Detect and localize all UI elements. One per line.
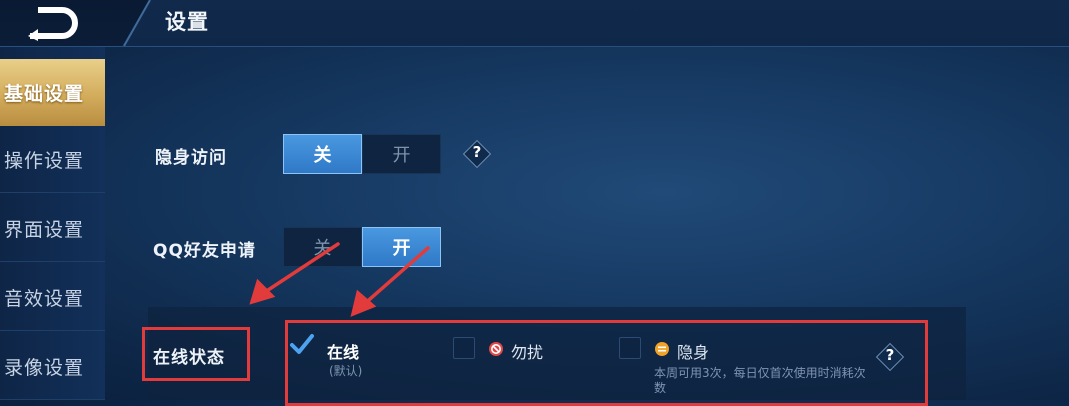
sidebar-item-label: 基础设置 bbox=[4, 83, 85, 105]
sidebar-item-label: 操作设置 bbox=[4, 149, 85, 172]
sidebar: 基础设置 操作设置 界面设置 音效设置 录像设置 bbox=[0, 47, 105, 400]
header-bar: 设置 bbox=[0, 0, 1069, 47]
sidebar-item-sound-settings[interactable]: 音效设置 bbox=[0, 264, 105, 331]
stealth-visit-label: 隐身访问 bbox=[155, 148, 227, 168]
annotation-box-status-label bbox=[142, 327, 250, 381]
qq-friend-request-on-option[interactable]: 开 bbox=[362, 227, 441, 267]
qq-friend-request-off-option[interactable]: 关 bbox=[283, 227, 362, 267]
stealth-visit-off-option[interactable]: 关 bbox=[283, 134, 362, 174]
header-divider bbox=[123, 0, 151, 46]
annotation-arrowhead-left bbox=[249, 278, 276, 305]
sidebar-item-label: 录像设置 bbox=[4, 356, 85, 379]
qq-friend-request-toggle[interactable]: 关 开 bbox=[283, 227, 441, 267]
stealth-visit-on-option[interactable]: 开 bbox=[362, 134, 441, 174]
annotation-box-status-options bbox=[285, 320, 928, 406]
stealth-visit-toggle[interactable]: 关 开 bbox=[283, 134, 441, 174]
sidebar-item-control-settings[interactable]: 操作设置 bbox=[0, 126, 105, 193]
sidebar-item-label: 音效设置 bbox=[4, 287, 85, 310]
qq-friend-request-label: QQ好友申请 bbox=[153, 241, 256, 261]
back-arrow-icon bbox=[28, 7, 78, 41]
sidebar-item-label: 界面设置 bbox=[4, 218, 85, 241]
stealth-visit-help-button[interactable]: ? bbox=[462, 139, 492, 169]
question-mark-icon: ? bbox=[472, 143, 482, 161]
sidebar-item-basic-settings[interactable]: 基础设置 bbox=[0, 59, 105, 126]
page-title: 设置 bbox=[165, 10, 209, 34]
sidebar-item-replay-settings[interactable]: 录像设置 bbox=[0, 333, 105, 400]
sidebar-item-interface-settings[interactable]: 界面设置 bbox=[0, 195, 105, 262]
